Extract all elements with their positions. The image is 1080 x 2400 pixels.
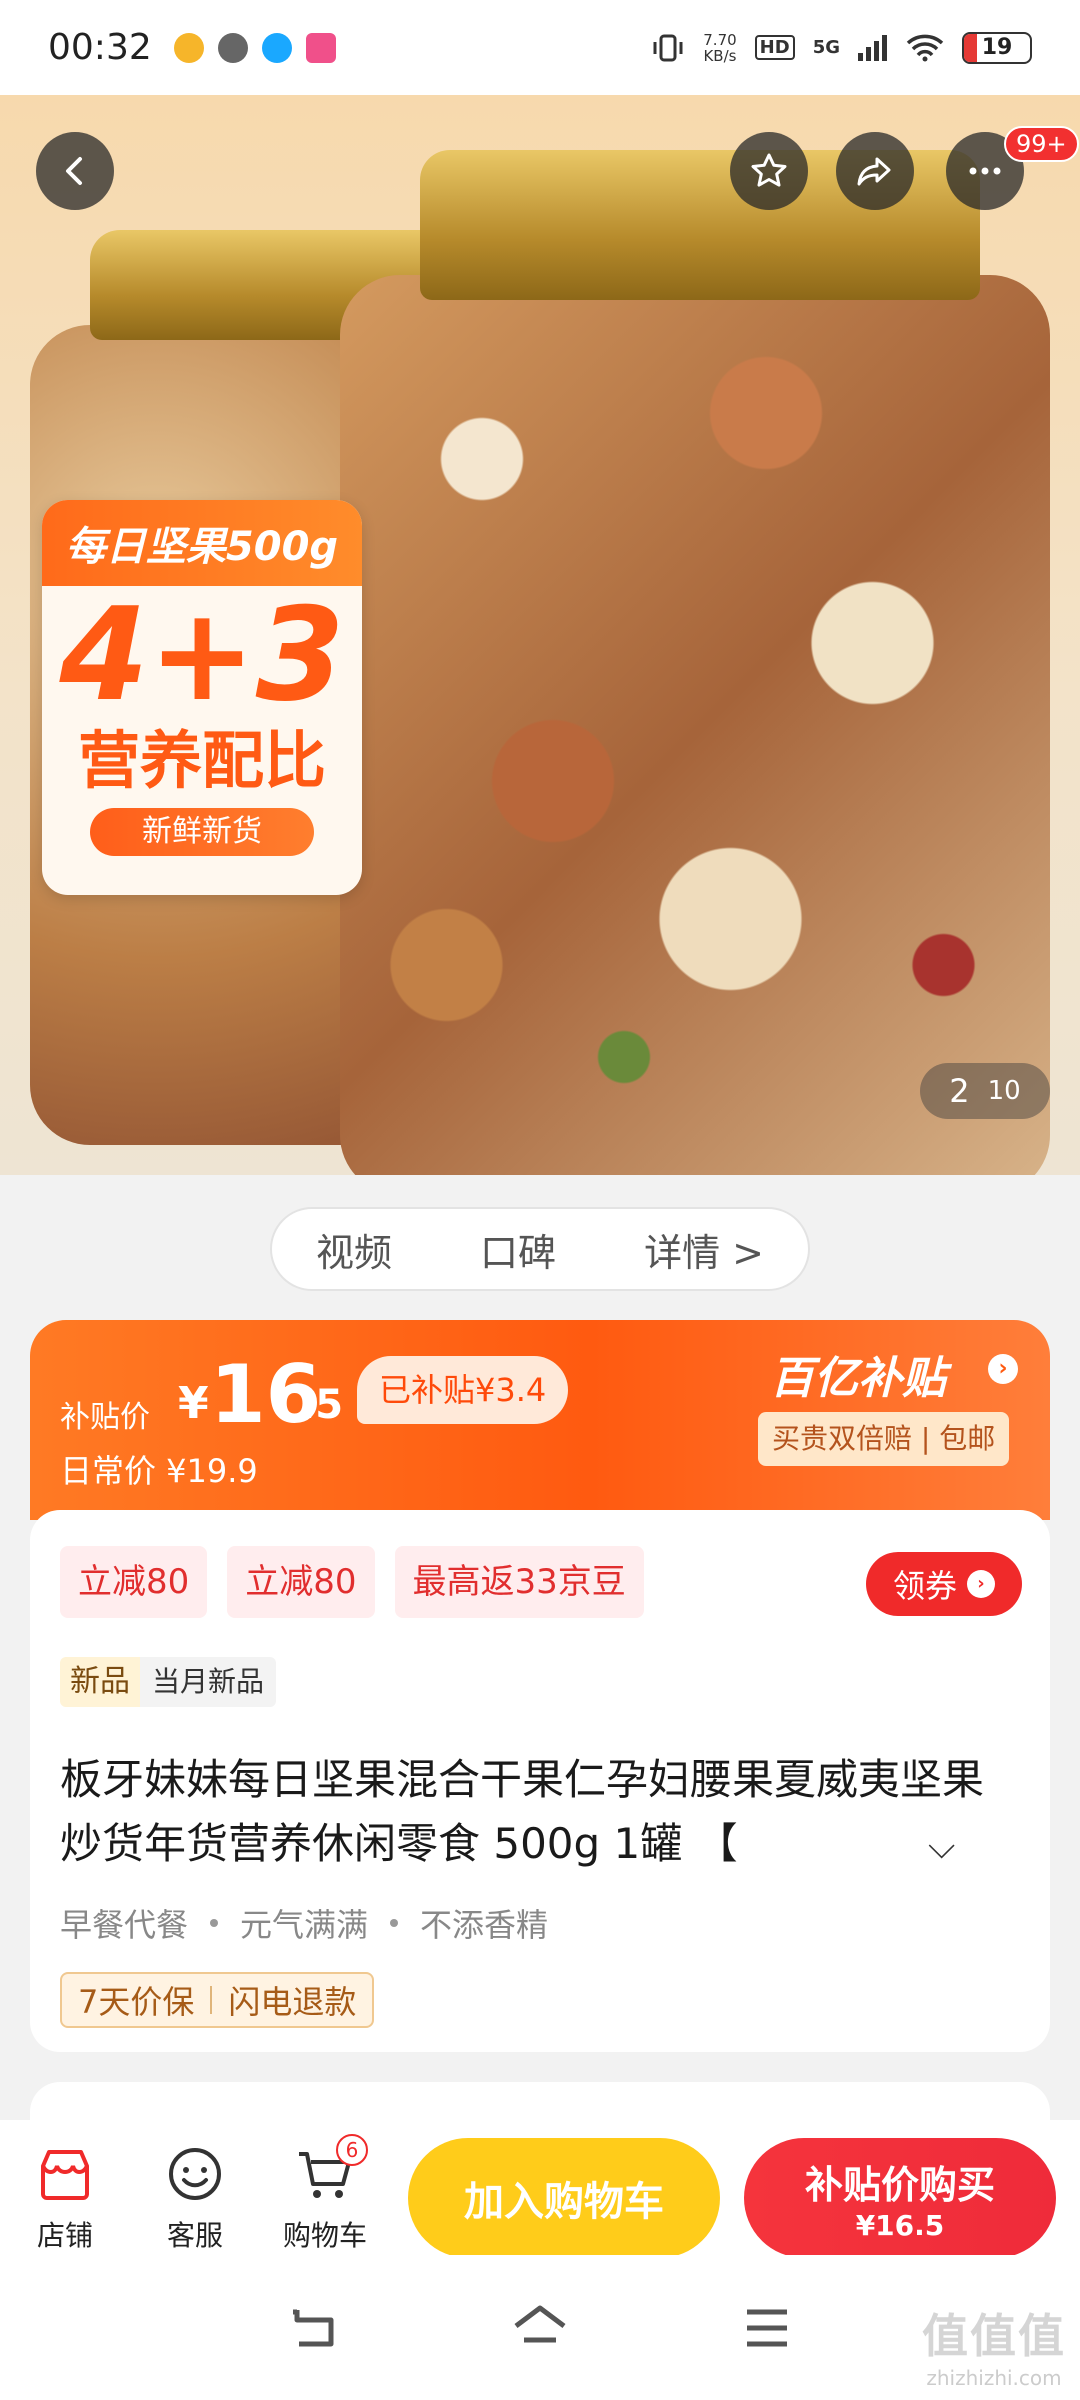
customer-service-button[interactable]: 客服 — [140, 2142, 250, 2254]
promo-head: 每日坚果500g — [42, 500, 362, 586]
separator-dot — [390, 1919, 399, 1927]
coupon-tag[interactable]: 立减80 — [60, 1546, 208, 1618]
promo-pill: 新鲜新货 — [90, 808, 314, 856]
buy-now-price: ¥16.5 — [855, 2209, 945, 2242]
media-tabs: 视频 口碑 详情 > — [270, 1207, 810, 1291]
chevron-right-icon: › — [967, 1570, 995, 1598]
price-label: 补贴价 — [60, 1400, 150, 1435]
status-time: 00:32 — [48, 27, 152, 68]
net-speed-unit: KB/s — [703, 46, 737, 65]
chevron-left-icon — [66, 157, 82, 185]
subsidy-brand-logo[interactable]: 百亿补贴 — [770, 1342, 946, 1406]
watermark-site: zhizhizhi.com — [926, 2366, 1062, 2390]
new-tag-label: 新品 — [60, 1657, 140, 1707]
price-decimal: .5 — [300, 1382, 344, 1428]
favorite-button[interactable] — [730, 132, 808, 210]
image-page-indicator: 2 10 — [920, 1063, 1050, 1119]
price-currency: ¥ — [178, 1378, 209, 1429]
watermark-logo: 值值值 — [922, 2309, 1066, 2363]
coupon-tag[interactable]: 最高返33京豆 — [394, 1546, 644, 1618]
get-coupon-label: 领券 — [892, 1567, 957, 1605]
feature-item: 元气满满 — [240, 1906, 369, 1944]
feature-item: 不添香精 — [420, 1906, 549, 1944]
buy-now-label: 补贴价购买 — [804, 2163, 995, 2207]
message-count-badge: 99+ — [1004, 126, 1079, 162]
tab-video[interactable]: 视频 — [316, 1222, 392, 1277]
new-product-tag: 新品 当月新品 — [60, 1657, 277, 1707]
back-button[interactable] — [36, 132, 114, 210]
battery-icon: 19 — [962, 31, 1032, 64]
star-icon — [751, 153, 787, 187]
net-speed: 7.70 KB/s — [703, 32, 736, 64]
new-tag-text: 当月新品 — [140, 1657, 277, 1707]
add-to-cart-button[interactable]: 加入购物车 — [408, 2138, 720, 2258]
nav-menu-icon[interactable] — [735, 2300, 799, 2356]
price-banner: 补贴价 ¥ 16 .5 已补贴¥3.4 日常价 ¥19.9 百亿补贴 › 买贵双… — [30, 1320, 1050, 1520]
system-navigation-bar — [0, 2255, 1080, 2400]
separator-dot — [210, 1919, 219, 1927]
promo-subtitle: 营养配比 — [77, 724, 326, 797]
app-notification-icon — [305, 32, 336, 63]
product-jar-front — [340, 275, 1050, 1175]
coupon-list: 立减80 立减80 最高返33京豆 — [60, 1546, 644, 1618]
product-info-card: 立减80 立减80 最高返33京豆 领券 › 新品 当月新品 板牙妹妹每日坚果混… — [30, 1510, 1050, 2052]
daily-price: 日常价 ¥19.9 — [60, 1452, 258, 1490]
customer-service-icon — [169, 2148, 221, 2200]
share-button[interactable] — [836, 132, 914, 210]
nav-home-icon[interactable] — [508, 2300, 572, 2356]
network-type: 5G — [812, 37, 840, 58]
net-speed-value: 7.70 — [703, 30, 737, 49]
page-current: 2 — [949, 1072, 970, 1110]
store-button[interactable]: 店铺 — [10, 2142, 120, 2254]
bottom-action-bar: 店铺 客服 6 购物车 加入购物车 补贴价购买 ¥16.5 — [0, 2120, 1080, 2258]
store-icon — [41, 2150, 89, 2200]
buy-now-button[interactable]: 补贴价购买 ¥16.5 — [744, 2138, 1056, 2258]
notification-icons — [173, 32, 336, 63]
share-icon — [857, 157, 891, 186]
subsidy-badge: 已补贴¥3.4 — [357, 1356, 569, 1424]
status-bar: 00:32 7.70 KB/s HD 5G 19 — [0, 0, 1080, 95]
feature-item: 早餐代餐 — [60, 1906, 189, 1944]
store-label: 店铺 — [36, 2219, 93, 2252]
signal-icon — [858, 34, 887, 61]
chevron-down-icon[interactable]: ⌵ — [928, 1826, 955, 1868]
customer-service-label: 客服 — [166, 2219, 223, 2252]
product-image-carousel[interactable]: 每日坚果500g 4+3 营养配比 新鲜新货 99+ 2 10 — [0, 95, 1080, 1175]
tab-details[interactable]: 详情 > — [644, 1222, 764, 1277]
get-coupon-button[interactable]: 领券 › — [866, 1552, 1022, 1616]
battery-level: 19 — [981, 35, 1013, 60]
page-total: 10 — [987, 1076, 1021, 1106]
promo-ratio: 4+3 — [59, 581, 345, 730]
vibrate-icon — [653, 34, 683, 61]
wifi-icon — [906, 34, 944, 61]
guarantee-item: 闪电退款 — [228, 1983, 357, 2021]
app-notification-icon — [173, 32, 204, 63]
nav-back-icon[interactable] — [281, 2300, 345, 2356]
qq-notification-icon — [261, 32, 292, 63]
coupon-tag[interactable]: 立减80 — [227, 1546, 375, 1618]
service-guarantees[interactable]: 7天价保 闪电退款 — [60, 1972, 375, 2028]
guarantee-badge: 买贵双倍赔 | 包邮 — [758, 1412, 1010, 1466]
cart-button[interactable]: 6 购物车 — [270, 2134, 380, 2254]
hd-badge: HD — [754, 35, 795, 60]
product-title: 板牙妹妹每日坚果混合干果仁孕妇腰果夏威夷坚果炒货年货营养休闲零食 500g 1罐… — [60, 1755, 985, 1868]
more-dots-icon — [969, 167, 1001, 175]
chevron-right-icon[interactable]: › — [988, 1354, 1018, 1384]
feature-list: 早餐代餐 元气满满 不添香精 — [60, 1900, 548, 1946]
watermark: 值值值 zhizhizhi.com — [922, 2300, 1066, 2390]
tab-reviews[interactable]: 口碑 — [480, 1222, 556, 1277]
guarantee-item: 7天价保 — [78, 1983, 195, 2021]
promo-sticker: 每日坚果500g 4+3 营养配比 新鲜新货 — [42, 500, 362, 895]
cart-label: 购物车 — [282, 2219, 367, 2252]
app-notification-icon — [217, 32, 248, 63]
cart-count-badge: 6 — [336, 2134, 368, 2166]
